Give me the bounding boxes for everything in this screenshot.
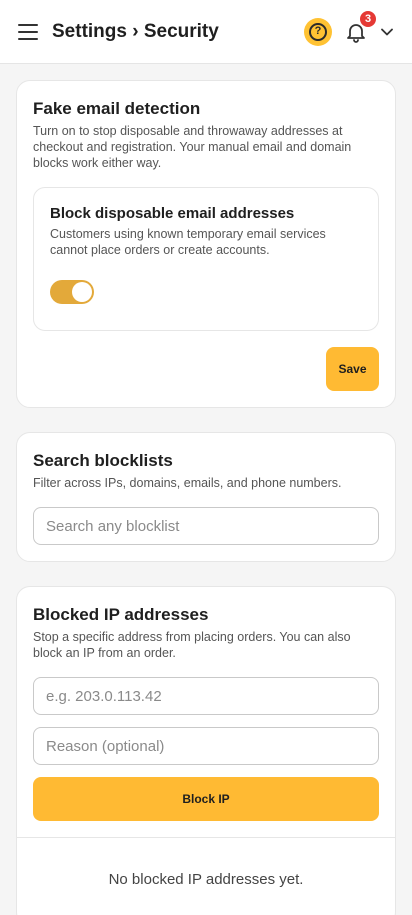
- search-description: Filter across IPs, domains, emails, and …: [33, 476, 342, 490]
- menu-icon[interactable]: [18, 23, 38, 40]
- reason-input[interactable]: [33, 727, 379, 765]
- blocked-ip-title: Blocked IP addresses: [33, 605, 209, 624]
- block-ip-button[interactable]: Block IP: [33, 777, 379, 821]
- chevron-down-icon[interactable]: [378, 23, 396, 41]
- toggle-knob: [72, 282, 92, 302]
- disposable-email-description: Customers using known temporary email se…: [50, 227, 326, 257]
- help-symbol: ?: [309, 22, 327, 41]
- blocked-ip-description: Stop a specific address from placing ord…: [33, 630, 351, 660]
- search-input[interactable]: [33, 507, 379, 545]
- fake-email-description: Turn on to stop disposable and throwaway…: [33, 124, 352, 170]
- empty-state-text: No blocked IP addresses yet.: [108, 871, 304, 888]
- notification-badge: 3: [360, 10, 376, 27]
- notifications-button[interactable]: 3: [344, 10, 376, 44]
- fake-email-title: Fake email detection: [33, 99, 201, 118]
- disposable-email-toggle[interactable]: [50, 280, 94, 304]
- fake-email-card: Fake email detection Turn on to stop dis…: [16, 80, 396, 408]
- search-blocklists-card: Search blocklists Filter across IPs, dom…: [16, 432, 396, 562]
- blocked-ip-card: Blocked IP addresses Stop a specific add…: [16, 586, 396, 915]
- help-icon[interactable]: ?: [304, 17, 332, 46]
- disposable-email-title: Block disposable email addresses: [50, 205, 295, 222]
- top-bar: Settings › Security ? 3: [0, 0, 412, 64]
- page-title: Settings › Security: [52, 20, 219, 42]
- ip-address-input[interactable]: [33, 677, 379, 715]
- search-title: Search blocklists: [33, 451, 173, 470]
- disposable-email-option: Block disposable email addresses Custome…: [33, 187, 379, 331]
- save-button[interactable]: Save: [326, 347, 379, 391]
